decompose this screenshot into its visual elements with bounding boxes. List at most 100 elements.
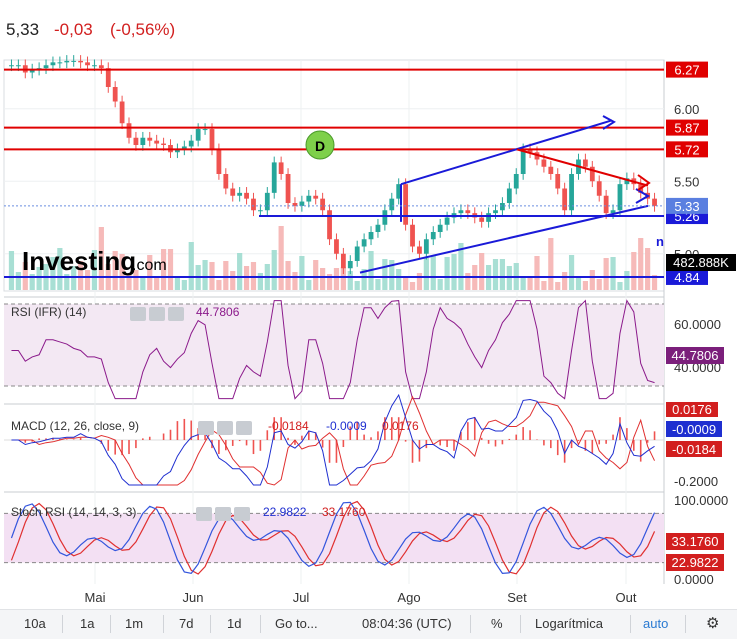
candle-body [486,213,491,222]
volume-bar [568,255,575,290]
panel-control-gear-icon [215,507,231,521]
annotation-label: D [315,138,325,154]
candle-body [582,159,588,167]
volume-bar [506,266,512,290]
volume-bar [499,259,506,290]
stoch-k-value: 22.9822 [263,505,307,519]
range-7d-button[interactable]: 7d [179,616,193,631]
candles [9,55,657,275]
settings-gear-icon[interactable]: ⚙ [706,614,719,632]
candle-body [410,224,415,247]
candle-body [340,253,346,269]
volume-bar [333,268,340,290]
candle-body [596,181,602,196]
resistance-trendline [516,148,649,187]
clock-readout: 08:04:36 (UTC) [362,616,452,631]
candle-body [347,261,353,269]
price-chart[interactable]: D 60.000040.000044.78060.0176-0.0009-0.0… [0,0,737,609]
indicator-panels: 60.000040.000044.78060.0176-0.0009-0.018… [4,299,728,587]
candle-body [85,62,90,66]
candle-body [354,246,360,261]
volume-bar [188,242,194,290]
stoch-d-tag-text: 33.1760 [672,534,719,549]
volume-bar [534,256,540,290]
macd-tag-2-text: -0.0009 [672,422,716,437]
volume-tag-text: 482.888K [673,255,729,270]
candle-body [555,174,561,189]
candle-body [541,159,547,167]
candle-body [15,65,21,67]
volume-bar [292,272,298,290]
volume-bar [216,280,222,290]
candle-body [223,174,229,189]
stoch-tick: 0.0000 [674,572,714,587]
volume-bar [409,282,416,290]
percent-toggle[interactable]: % [491,616,503,631]
candle-body [92,65,97,67]
volume-bar [624,271,630,290]
candle-body [444,217,450,225]
volume-bar [479,253,485,290]
candle-body [417,246,422,254]
panel-control-eye-icon [130,307,146,321]
volume-bar [174,277,181,290]
candle-body [57,62,63,64]
volume-bar [223,261,229,290]
volume-bar [271,250,277,290]
range-10a-button[interactable]: 10a [24,616,46,631]
candle-body [64,60,70,63]
volume-bar [416,273,423,290]
volume-bar [354,281,360,290]
volume-bar [596,279,602,290]
candle-body [382,210,388,225]
time-label: Set [507,590,527,605]
volume-bar [527,278,533,290]
time-label: Ago [397,590,420,605]
volume-bar [230,271,236,290]
candle-body [264,192,270,211]
toolbar: 10a 1a 1m 7d 1d Go to... 08:04:36 (UTC) … [0,609,737,639]
volume-bar [320,268,326,290]
candle-body [368,232,374,240]
macd-tag-3-text: -0.0184 [672,442,716,457]
candle-body [389,198,395,211]
panel-control-eye-icon [198,421,214,435]
candle-body [50,62,56,66]
auto-scale-toggle[interactable]: auto [643,616,668,631]
range-1d-button[interactable]: 1d [227,616,241,631]
level-tag-text: 5.72 [674,142,699,157]
panel-control-close-icon [168,307,184,321]
macd-value-1: -0.0184 [268,419,309,433]
rsi-value: 44.7806 [196,305,240,319]
partial-label: n [656,234,664,249]
candle-body [465,210,471,214]
volume-bar [8,251,15,290]
macd-value-3: 0.0176 [382,419,419,433]
volume-bar [306,280,312,290]
time-label: Jul [293,590,310,605]
volume-bar [645,248,651,290]
candle-body [161,143,166,145]
volume-bar [299,256,305,290]
range-1m-button[interactable]: 1m [125,616,143,631]
candle-body [493,210,498,214]
candle-body [133,137,139,145]
range-1a-button[interactable]: 1a [80,616,94,631]
candle-body [188,140,194,147]
candle-body [112,87,118,102]
go-to-button[interactable]: Go to... [275,616,318,631]
candle-body [147,137,153,141]
log-scale-toggle[interactable]: Logarítmica [535,616,603,631]
candle-body [458,210,464,214]
volume-bar [403,277,409,290]
volume-bar [437,279,443,290]
volume-bar [520,276,526,290]
volume-bar [603,258,609,290]
candle-body [195,129,201,141]
candle-body [209,129,215,150]
candle-body [548,166,554,174]
volume-bar [562,272,568,290]
volume-bar [202,260,208,290]
price-axis: 6.005.505.006.275.875.725.264.845.33482.… [666,61,736,285]
volume-bar [617,282,623,290]
